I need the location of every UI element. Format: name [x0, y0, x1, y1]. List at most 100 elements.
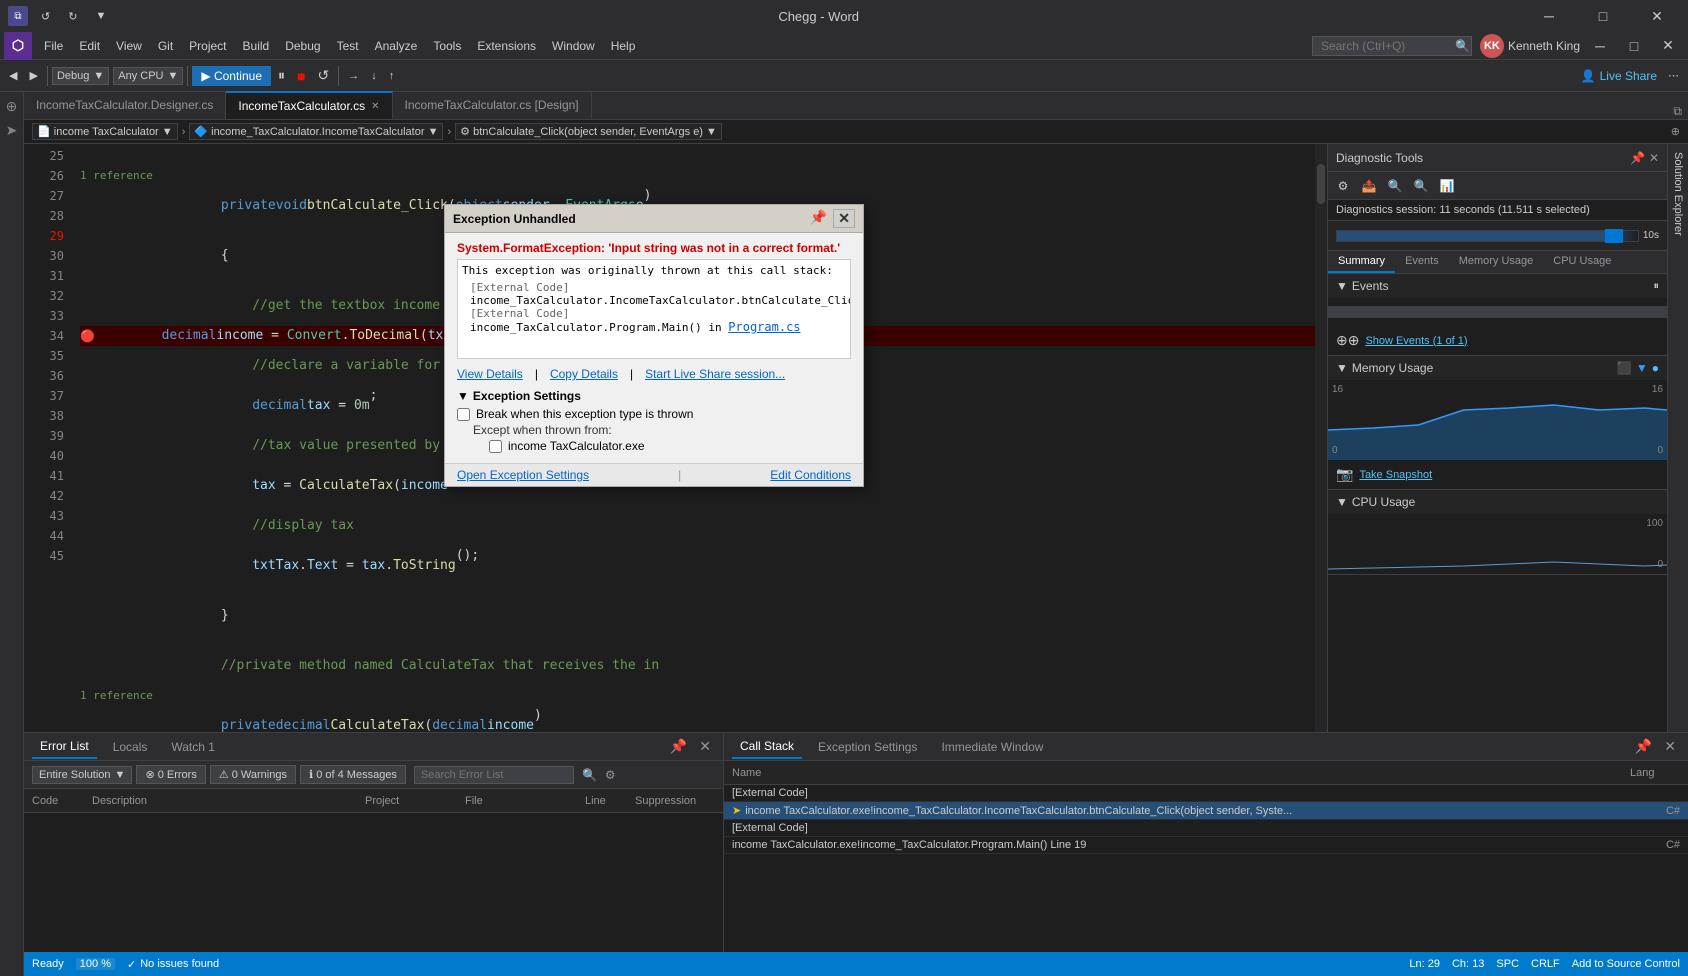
- editor-scrollbar[interactable]: [1315, 144, 1327, 732]
- live-share-button[interactable]: 👤 Live Share: [1581, 69, 1657, 83]
- errors-filter-btn[interactable]: ⊗ 0 Errors: [136, 765, 205, 784]
- editor-scrollbar-thumb[interactable]: [1317, 164, 1325, 204]
- menu-git[interactable]: Git: [150, 35, 181, 57]
- diag-zoom-in-btn[interactable]: 🔍: [1384, 175, 1406, 197]
- class-dropdown[interactable]: 🔷 income_TaxCalculator.IncomeTaxCalculat…: [189, 123, 443, 140]
- tb-extra[interactable]: ⋯: [1663, 64, 1684, 88]
- warnings-filter-btn[interactable]: ⚠ 0 Warnings: [210, 765, 296, 784]
- diag-tab-cpu[interactable]: CPU Usage: [1543, 251, 1621, 273]
- tb-forward[interactable]: ▶: [24, 64, 42, 88]
- diag-tab-events[interactable]: Events: [1395, 251, 1449, 273]
- memory-section-header[interactable]: ▼ Memory Usage ⬛ ▼ ●: [1328, 356, 1667, 380]
- exe-checkbox[interactable]: [489, 440, 502, 453]
- menu-project[interactable]: Project: [181, 35, 234, 57]
- tab-panel-controls[interactable]: ⧉: [1667, 104, 1688, 119]
- zoom-level[interactable]: 100 %: [76, 958, 115, 970]
- search-box[interactable]: 🔍: [1312, 36, 1472, 56]
- tab-main-close[interactable]: ✕: [371, 101, 379, 112]
- tab-designer[interactable]: IncomeTaxCalculator.Designer.cs: [24, 91, 226, 119]
- sidebar-nav-icon[interactable]: ➤: [2, 120, 22, 140]
- panel-tab-immediate[interactable]: Immediate Window: [933, 736, 1051, 758]
- view-details-link[interactable]: View Details: [457, 367, 523, 381]
- tb-redo[interactable]: ↻: [63, 4, 82, 28]
- tab-design[interactable]: IncomeTaxCalculator.cs [Design]: [393, 91, 592, 119]
- call-stack-close-btn[interactable]: ✕: [1660, 738, 1680, 755]
- menu-close[interactable]: ✕: [1652, 30, 1684, 62]
- menu-view[interactable]: View: [108, 35, 150, 57]
- solution-explorer-tab[interactable]: Solution Explorer: [1667, 144, 1688, 732]
- menu-analyze[interactable]: Analyze: [367, 35, 426, 57]
- solution-filter-dropdown[interactable]: Entire Solution ▼: [32, 766, 132, 784]
- menu-minimize[interactable]: ─: [1584, 30, 1616, 62]
- tb-pause[interactable]: ⏸: [273, 64, 290, 88]
- program-cs-link[interactable]: Program.cs: [728, 320, 800, 334]
- diag-tab-summary[interactable]: Summary: [1328, 251, 1395, 273]
- add-source-control[interactable]: Add to Source Control: [1572, 958, 1680, 970]
- call-stack-pin-btn[interactable]: 📌: [1631, 738, 1656, 755]
- take-snapshot-btn[interactable]: Take Snapshot: [1359, 469, 1432, 481]
- edit-conditions-link[interactable]: Edit Conditions: [770, 468, 851, 482]
- exception-pin-button[interactable]: 📌: [806, 209, 831, 228]
- account-avatar[interactable]: KK: [1480, 34, 1504, 58]
- menu-maximize[interactable]: □: [1618, 30, 1650, 62]
- events-pause-btn[interactable]: ⏸: [1654, 280, 1660, 293]
- diag-zoom-out-btn[interactable]: 🔍: [1410, 175, 1432, 197]
- panel-tab-call-stack[interactable]: Call Stack: [732, 735, 802, 759]
- namespace-dropdown[interactable]: 📄 income TaxCalculator ▼: [32, 123, 178, 140]
- tb-back[interactable]: ◀: [4, 64, 22, 88]
- menu-tools[interactable]: Tools: [425, 35, 469, 57]
- open-exception-settings-link[interactable]: Open Exception Settings: [457, 468, 589, 482]
- crlf-info[interactable]: CRLF: [1531, 958, 1560, 970]
- break-checkbox[interactable]: [457, 408, 470, 421]
- tab-main[interactable]: IncomeTaxCalculator.cs ✕: [226, 91, 392, 119]
- debug-config-dropdown[interactable]: Debug ▼: [52, 67, 109, 85]
- error-list-close-btn[interactable]: ✕: [695, 738, 715, 755]
- diag-export-btn[interactable]: 📤: [1358, 175, 1380, 197]
- tb-restart[interactable]: ↺: [312, 64, 334, 88]
- timeline-track[interactable]: [1336, 230, 1639, 242]
- show-events-label[interactable]: Show Events (1 of 1): [1365, 335, 1467, 347]
- panel-tab-error-list[interactable]: Error List: [32, 735, 97, 759]
- error-list-pin-btn[interactable]: 📌: [666, 738, 691, 755]
- menu-edit[interactable]: Edit: [71, 35, 108, 57]
- exception-close-button[interactable]: ✕: [833, 209, 855, 228]
- tb-step-in[interactable]: ↓: [366, 64, 382, 88]
- menu-extensions[interactable]: Extensions: [469, 35, 544, 57]
- tb-step-over[interactable]: →: [343, 64, 364, 88]
- continue-button[interactable]: ▶ Continue: [192, 66, 271, 86]
- menu-help[interactable]: Help: [603, 35, 644, 57]
- error-settings-btn[interactable]: ⚙: [605, 768, 616, 782]
- error-search-input[interactable]: [414, 766, 574, 784]
- panel-tab-watch1[interactable]: Watch 1: [163, 736, 223, 758]
- platform-dropdown[interactable]: Any CPU ▼: [113, 67, 183, 85]
- cpu-section-header[interactable]: ▼ CPU Usage: [1328, 490, 1667, 514]
- panel-tab-exception-settings[interactable]: Exception Settings: [810, 736, 925, 758]
- menu-test[interactable]: Test: [329, 35, 367, 57]
- events-section-header[interactable]: ▼ Events ⏸: [1328, 274, 1667, 298]
- menu-window[interactable]: Window: [544, 35, 603, 57]
- cs-row-1[interactable]: ➤ income TaxCalculator.exe!income_TaxCal…: [724, 802, 1688, 820]
- menu-build[interactable]: Build: [235, 35, 278, 57]
- diag-chart-btn[interactable]: 📊: [1436, 175, 1458, 197]
- close-button[interactable]: ✕: [1634, 0, 1680, 32]
- method-dropdown[interactable]: ⚙ btnCalculate_Click(object sender, Even…: [455, 123, 722, 140]
- diag-close-btn[interactable]: ✕: [1649, 151, 1659, 165]
- maximize-button[interactable]: □: [1580, 0, 1626, 32]
- menu-file[interactable]: File: [36, 35, 71, 57]
- diag-settings-btn[interactable]: ⚙: [1332, 175, 1354, 197]
- tb-undo[interactable]: ↺: [36, 4, 55, 28]
- diag-tab-memory[interactable]: Memory Usage: [1449, 251, 1544, 273]
- exception-stack-area[interactable]: This exception was originally thrown at …: [457, 259, 851, 359]
- search-input[interactable]: [1321, 39, 1451, 53]
- copy-details-link[interactable]: Copy Details: [550, 367, 618, 381]
- tb-settings[interactable]: ▼: [90, 4, 111, 28]
- minimize-button[interactable]: ─: [1526, 0, 1572, 32]
- tb-step-out[interactable]: ↑: [384, 64, 400, 88]
- sidebar-breakpoints-icon[interactable]: ⊕: [2, 96, 22, 116]
- panel-tab-locals[interactable]: Locals: [105, 736, 156, 758]
- live-share-link[interactable]: Start Live Share session...: [645, 367, 785, 381]
- tb-stop[interactable]: ■: [292, 64, 310, 88]
- messages-filter-btn[interactable]: ℹ 0 of 4 Messages: [300, 765, 406, 784]
- add-member-btn[interactable]: ⊕: [1671, 125, 1680, 138]
- diag-pin-btn[interactable]: 📌: [1630, 151, 1645, 165]
